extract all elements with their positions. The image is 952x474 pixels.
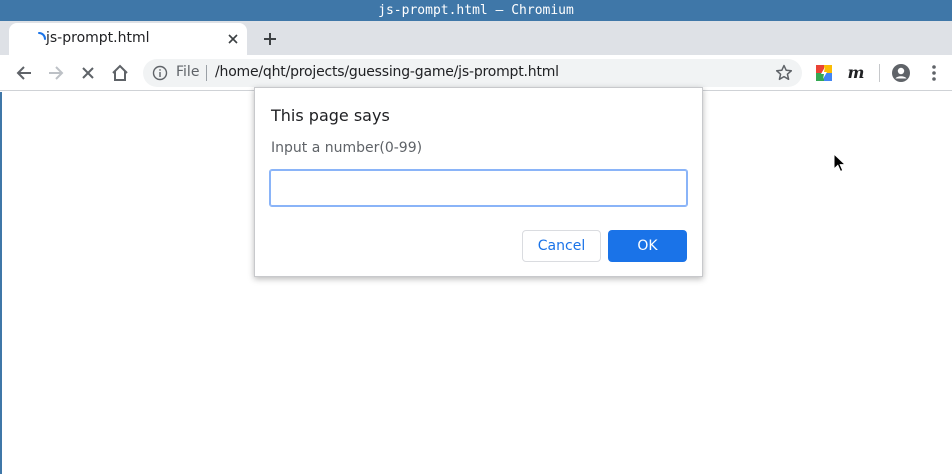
home-icon xyxy=(112,64,128,81)
tab-strip: js-prompt.html xyxy=(0,21,952,55)
stop-button[interactable] xyxy=(76,61,100,85)
address-bar[interactable]: File /home/qht/projects/guessing-game/js… xyxy=(143,59,802,87)
close-icon[interactable] xyxy=(225,31,241,47)
extension-m-icon[interactable]: m xyxy=(846,62,866,82)
scheme-label: File xyxy=(176,64,200,80)
home-button[interactable] xyxy=(108,61,132,85)
dialog-title: This page says xyxy=(271,106,390,125)
forward-icon xyxy=(49,66,64,80)
profile-icon[interactable] xyxy=(891,63,911,83)
dialog-message: Input a number(0-99) xyxy=(271,140,423,156)
prompt-dialog: This page says Input a number(0-99) Canc… xyxy=(254,87,703,277)
ok-button[interactable]: OK xyxy=(608,230,687,262)
tab-title: js-prompt.html xyxy=(46,30,150,46)
window-title-bar: js-prompt.html – Chromium xyxy=(0,0,952,21)
url-text[interactable]: /home/qht/projects/guessing-game/js-prom… xyxy=(215,64,559,80)
new-tab-button[interactable] xyxy=(259,29,281,49)
mouse-cursor-icon xyxy=(833,153,847,173)
star-icon[interactable] xyxy=(774,63,794,83)
extension-icon[interactable] xyxy=(816,65,832,81)
plus-icon xyxy=(264,33,276,45)
back-button[interactable] xyxy=(12,61,36,85)
browser-toolbar: File /home/qht/projects/guessing-game/js… xyxy=(0,55,952,91)
stop-icon xyxy=(82,67,94,79)
info-icon[interactable] xyxy=(152,65,168,81)
omnibox-divider xyxy=(206,65,207,81)
window-edge xyxy=(0,92,2,474)
prompt-input[interactable] xyxy=(269,169,688,207)
toolbar-divider xyxy=(879,64,880,82)
loading-spinner-icon xyxy=(38,32,46,40)
back-icon xyxy=(16,66,31,80)
window-title: js-prompt.html – Chromium xyxy=(378,3,574,18)
forward-button[interactable] xyxy=(44,61,68,85)
cancel-button[interactable]: Cancel xyxy=(522,230,601,262)
tab-active[interactable]: js-prompt.html xyxy=(9,23,247,55)
menu-icon[interactable] xyxy=(924,63,944,83)
